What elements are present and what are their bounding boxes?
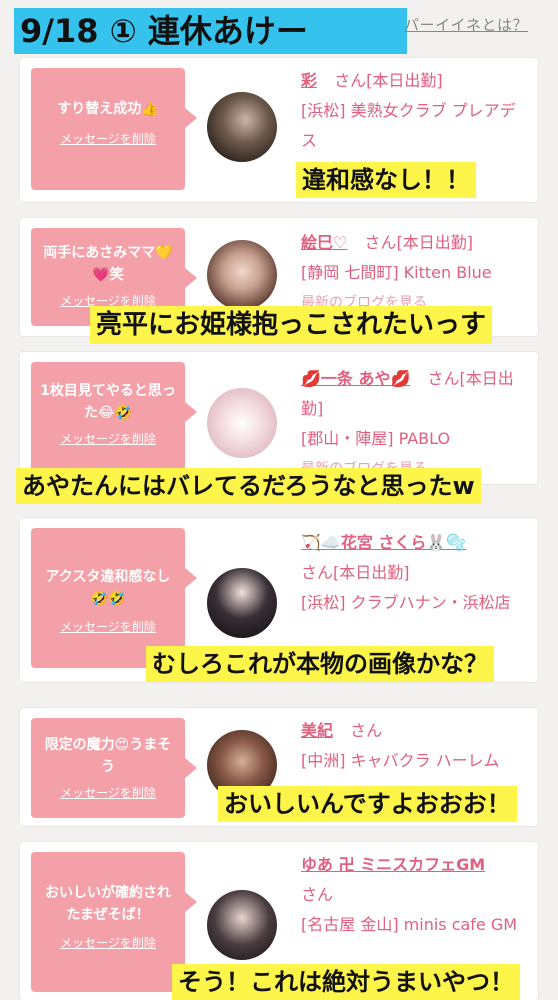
caption-overlay: あやたんにはバレてるだろうなと思ったw (16, 468, 481, 504)
delete-message-link[interactable]: メッセージを削除 (31, 784, 185, 801)
store-name[interactable]: [中洲] キャバクラ ハーレム (301, 746, 531, 776)
caption-overlay: 亮平にお姫様抱っこされたいっす (90, 306, 493, 344)
caption-overlay: 違和感なし！！ (296, 162, 476, 198)
avatar[interactable] (207, 92, 277, 162)
honorific: さん (427, 369, 460, 388)
about-link[interactable]: パーイイネとは？ (404, 14, 528, 35)
cast-name-link[interactable]: 美紀 (301, 721, 333, 740)
message-text: アクスタ違和感なし🤣🤣 (45, 569, 171, 607)
cast-info: 💋一条 あや💋 さん[本日出勤] [郡山・陣屋] PABLO 最新のブログを見る (301, 364, 531, 484)
store-name[interactable]: [名古屋 金山] minis cafe GM (301, 910, 531, 940)
cast-info: 🏹☁️花宮 さくら🐰🫧 さん[本日出勤] [浜松] クラブハナン・浜松店 (301, 528, 531, 618)
cast-info: 彩 さん[本日出勤] [浜松] 美熟女クラブ プレアデス (301, 66, 531, 156)
honorific: さん (334, 71, 367, 90)
message-text: 限定の魔力😍うまそう (44, 737, 172, 775)
message-text: 1枚目見てやると思った😂🤣 (40, 383, 176, 421)
store-name[interactable]: [郡山・陣屋] PABLO (301, 424, 531, 454)
cast-info: ゆあ 卍 ミニスカフェGM さん [名古屋 金山] minis cafe GM (301, 850, 531, 940)
honorific: さん (350, 721, 383, 740)
cast-name-link[interactable]: 彩 (301, 71, 317, 90)
store-name[interactable]: [浜松] 美熟女クラブ プレアデス (301, 96, 531, 156)
honorific: さん (364, 233, 397, 252)
caption-overlay: おいしいんですよおおお！ (218, 786, 517, 822)
cast-name-link[interactable]: ゆあ 卍 ミニスカフェGM (301, 855, 485, 874)
message-bubble: おいしいが確約されたまぜそば！ メッセージを削除 (31, 852, 197, 992)
avatar[interactable] (207, 240, 277, 310)
delete-message-link[interactable]: メッセージを削除 (31, 934, 185, 951)
caption-overlay: むしろこれが本物の画像かな？ (146, 646, 494, 682)
cast-name-link[interactable]: 絵巳♡ (301, 233, 347, 252)
delete-message-link[interactable]: メッセージを削除 (31, 618, 185, 635)
cast-name-link[interactable]: 💋一条 あや💋 (301, 369, 410, 388)
message-bubble: すり替え成功👍 メッセージを削除 (31, 68, 197, 190)
cast-name-link[interactable]: 🏹☁️花宮 さくら🐰🫧 (301, 533, 466, 552)
message-bubble: 限定の魔力😍うまそう メッセージを削除 (31, 718, 197, 818)
delete-message-link[interactable]: メッセージを削除 (31, 430, 185, 447)
avatar[interactable] (207, 388, 277, 458)
avatar[interactable] (207, 568, 277, 638)
honorific: さん (301, 563, 334, 582)
cast-info: 美紀 さん [中洲] キャバクラ ハーレム (301, 716, 531, 776)
message-text: 両手にあさみママ💛💗笑 (43, 245, 173, 283)
message-bubble: 1枚目見てやると思った😂🤣 メッセージを削除 (31, 362, 197, 472)
message-text: すり替え成功👍 (57, 101, 159, 117)
avatar[interactable] (207, 890, 277, 960)
store-name[interactable]: [静岡 七間町] Kitten Blue (301, 258, 531, 288)
page-title: 9/18 ① 連休あけー (20, 12, 308, 50)
message-text: おいしいが確約されたまぜそば！ (45, 885, 171, 923)
attendance-status: [本日出勤] (366, 71, 443, 90)
delete-message-link[interactable]: メッセージを削除 (31, 130, 185, 147)
attendance-status: [本日出勤] (396, 233, 473, 252)
store-name[interactable]: [浜松] クラブハナン・浜松店 (301, 588, 531, 618)
cast-info: 絵巳♡ さん[本日出勤] [静岡 七間町] Kitten Blue 最新のブログ… (301, 228, 531, 318)
honorific: さん (301, 885, 334, 904)
list-item: 1枚目見てやると思った😂🤣 メッセージを削除 💋一条 あや💋 さん[本日出勤] … (20, 352, 538, 484)
caption-overlay: そう！これは絶対うまいやつ！ (172, 964, 520, 1000)
attendance-status: [本日出勤] (333, 563, 410, 582)
